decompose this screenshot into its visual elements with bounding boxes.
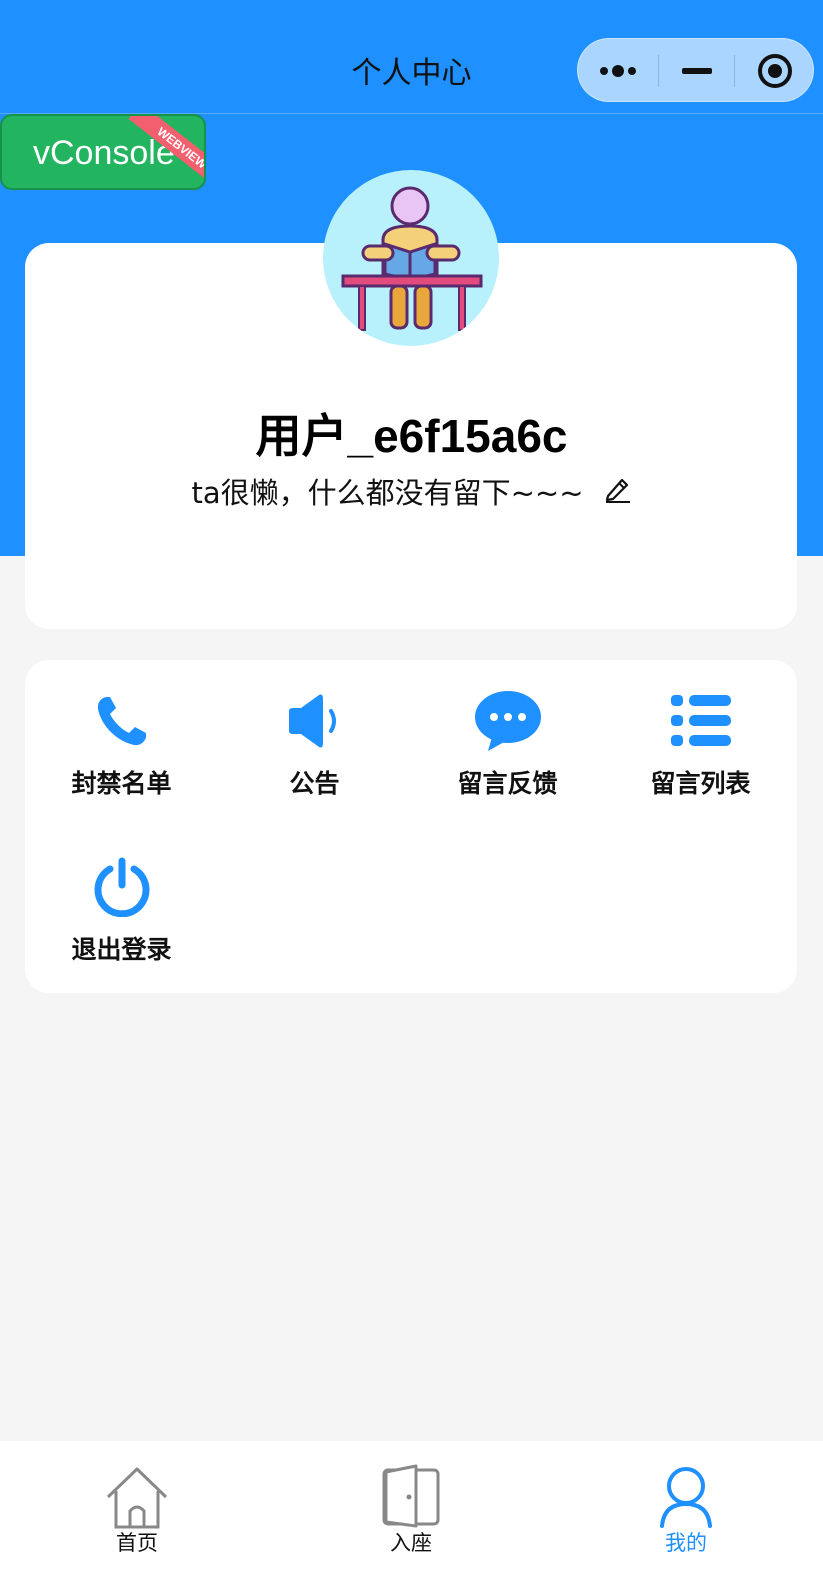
menu-item-ban-list[interactable]: 封禁名单	[25, 686, 218, 800]
list-icon	[670, 695, 731, 746]
menu-item-announcement[interactable]: 公告	[218, 686, 411, 800]
menu-icon-wrapper	[87, 686, 157, 756]
user-bio: ta很懒，什么都没有留下~~~	[191, 476, 584, 510]
tab-seat[interactable]: 入座	[274, 1441, 548, 1572]
bio-row: ta很懒，什么都没有留下~~~	[0, 470, 823, 512]
tab-home[interactable]: 首页	[0, 1441, 274, 1572]
pencil-icon	[605, 478, 630, 503]
mini-program-capsule	[577, 38, 814, 102]
tab-mine[interactable]: 我的	[549, 1441, 823, 1572]
power-icon	[94, 857, 149, 917]
tab-home-label: 首页	[116, 1531, 158, 1555]
vconsole-button[interactable]: vConsole WEBVIEW	[0, 114, 206, 190]
edit-bio-button[interactable]	[602, 474, 632, 508]
menu-item-label: 留言列表	[650, 769, 751, 798]
more-dots-icon	[600, 65, 636, 77]
menu-item-label: 留言反馈	[457, 769, 558, 798]
door-icon	[382, 1464, 440, 1528]
tab-icon-wrapper	[102, 1461, 172, 1533]
username: 用户_e6f15a6c	[255, 410, 568, 462]
tab-icon-wrapper	[651, 1461, 721, 1533]
menu-card: 封禁名单 公告 留言反馈 留言列表 退出登录	[25, 660, 797, 993]
reading-person-icon	[341, 186, 483, 331]
menu-item-label: 退出登录	[71, 935, 172, 964]
menu-item-message-list[interactable]: 留言列表	[604, 686, 797, 800]
vconsole-label: vConsole	[33, 134, 175, 172]
menu-icon-wrapper	[280, 686, 350, 756]
menu-icon-wrapper	[473, 686, 543, 756]
tab-icon-wrapper	[376, 1461, 446, 1533]
menu-item-feedback[interactable]: 留言反馈	[411, 686, 604, 800]
minimize-button[interactable]	[659, 39, 734, 103]
avatar[interactable]	[323, 170, 499, 346]
tab-mine-label: 我的	[665, 1531, 707, 1555]
minus-icon	[681, 68, 712, 74]
speaker-icon	[288, 694, 336, 748]
target-circle-icon	[758, 54, 792, 88]
phone-icon	[97, 697, 146, 746]
menu-icon-wrapper	[666, 686, 736, 756]
chat-bubble-icon	[474, 691, 541, 751]
close-program-button[interactable]	[735, 39, 815, 103]
tab-seat-label: 入座	[390, 1531, 432, 1555]
menu-item-logout[interactable]: 退出登录	[25, 852, 218, 966]
home-icon	[106, 1467, 168, 1529]
more-menu-button[interactable]	[578, 39, 658, 103]
menu-item-label: 封禁名单	[71, 769, 172, 798]
tab-bar: 首页 入座 我的	[0, 1441, 823, 1572]
user-icon	[660, 1467, 712, 1528]
menu-icon-wrapper	[87, 852, 157, 922]
menu-item-label: 公告	[289, 769, 340, 798]
navigation-bar: 个人中心	[0, 0, 823, 114]
